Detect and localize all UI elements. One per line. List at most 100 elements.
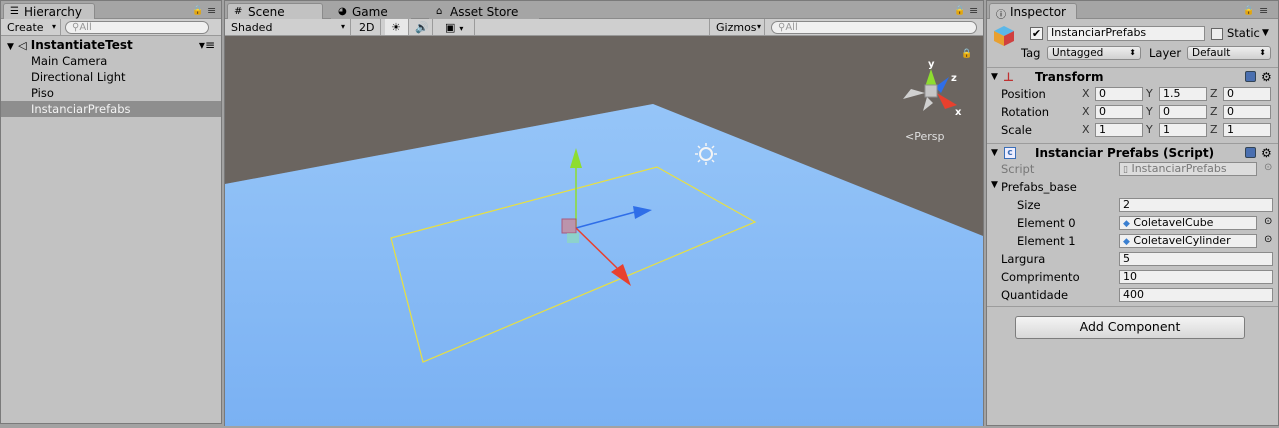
scene-search-input[interactable]: ⚲All bbox=[771, 21, 977, 34]
scene-root-item[interactable]: ▼ ◁ InstantiateTest ▾≡ bbox=[1, 37, 221, 53]
array-size-input[interactable]: 2 bbox=[1119, 198, 1273, 212]
transform-rotation-y-input[interactable]: 0 bbox=[1159, 105, 1207, 119]
lighting-toggle-button[interactable]: ☀ bbox=[385, 19, 409, 35]
gizmo-label-y: y bbox=[928, 59, 935, 70]
object-picker-icon[interactable]: ⊙ bbox=[1264, 162, 1272, 173]
tag-dropdown[interactable]: Untagged ⬍ bbox=[1047, 46, 1141, 60]
xy-plane-handle[interactable] bbox=[561, 218, 577, 234]
projection-label[interactable]: <Persp bbox=[905, 130, 944, 143]
gizmos-dropdown[interactable]: Gizmos ▾ bbox=[709, 19, 765, 35]
axis-label-z[interactable]: Z bbox=[1210, 105, 1218, 118]
hierarchy-item-directional-light[interactable]: Directional Light bbox=[1, 69, 221, 85]
axis-label-x[interactable]: X bbox=[1082, 105, 1090, 118]
transform-position-label: Position bbox=[1001, 87, 1046, 101]
audio-toggle-button[interactable]: 🔊 bbox=[409, 19, 433, 35]
axis-label-x[interactable]: X bbox=[1082, 87, 1090, 100]
create-button[interactable]: Create ▾ bbox=[1, 19, 61, 35]
script-component-header[interactable]: ▼ c Instanciar Prefabs (Script) ⚙ bbox=[987, 143, 1278, 161]
dropdown-arrow-icon: ▾ bbox=[756, 22, 761, 31]
panel-menu-icon[interactable]: ≡ bbox=[1259, 4, 1268, 17]
axis-label-x[interactable]: X bbox=[1082, 123, 1090, 136]
gear-icon[interactable]: ⚙ bbox=[1261, 68, 1272, 86]
hierarchy-item-main-camera[interactable]: Main Camera bbox=[1, 53, 221, 69]
object-name-input[interactable]: InstanciarPrefabs bbox=[1047, 26, 1205, 41]
axis-label-z[interactable]: Z bbox=[1210, 123, 1218, 136]
comprimento-input[interactable]: 10 bbox=[1119, 270, 1273, 284]
static-checkbox[interactable] bbox=[1211, 28, 1223, 40]
transform-scale-y-input[interactable]: 1 bbox=[1159, 123, 1207, 137]
expand-arrow-icon[interactable]: ▼ bbox=[991, 180, 998, 190]
prefabs-base-label[interactable]: Prefabs_base bbox=[1001, 180, 1077, 194]
2d-toggle-button[interactable]: 2D bbox=[355, 19, 381, 35]
static-dropdown-icon[interactable]: ▼ bbox=[1262, 28, 1269, 38]
lock-icon[interactable]: 🔒 bbox=[954, 6, 965, 16]
store-icon: ⌂ bbox=[436, 6, 443, 17]
hierarchy-item-instanciarprefabs[interactable]: InstanciarPrefabs bbox=[1, 101, 221, 117]
info-icon: ⓘ bbox=[996, 10, 1006, 21]
tab-asset-store[interactable]: ⌂ Asset Store bbox=[429, 3, 539, 19]
object-picker-icon[interactable]: ⊙ bbox=[1264, 216, 1272, 227]
element-0-field[interactable]: ◆ ColetavelCube bbox=[1119, 216, 1257, 230]
object-picker-icon[interactable]: ⊙ bbox=[1264, 234, 1272, 245]
panel-menu-icon[interactable]: ≡ bbox=[207, 4, 216, 17]
help-book-icon[interactable] bbox=[1245, 71, 1256, 82]
transform-rotation-z-input[interactable]: 0 bbox=[1223, 105, 1271, 119]
collapse-arrow-icon[interactable]: ▼ bbox=[991, 144, 998, 162]
script-reference-field[interactable]: ▯ InstanciarPrefabs bbox=[1119, 162, 1257, 176]
unity-scene-icon: ◁ bbox=[18, 39, 27, 52]
element-1-label: Element 1 bbox=[1017, 234, 1076, 248]
hierarchy-toolbar: Create ▾ ⚲All bbox=[1, 19, 221, 36]
add-component-button[interactable]: Add Component bbox=[1015, 316, 1245, 339]
dropdown-arrow-icon: ▾ bbox=[459, 24, 464, 33]
axis-label-y[interactable]: Y bbox=[1146, 87, 1153, 100]
quantidade-input[interactable]: 400 bbox=[1119, 288, 1273, 302]
prefab-cube-icon: ◆ bbox=[1123, 237, 1130, 247]
tab-scene[interactable]: # Scene bbox=[227, 3, 323, 19]
transform-scale-z-input[interactable]: 1 bbox=[1223, 123, 1271, 137]
divider bbox=[987, 306, 1278, 307]
transform-position-y-input[interactable]: 1.5 bbox=[1159, 87, 1207, 101]
transform-header[interactable]: ▼ ⊥ Transform ⚙ bbox=[987, 67, 1278, 85]
effects-dropdown[interactable]: ▣ ▾ bbox=[439, 19, 475, 35]
collapse-arrow-icon[interactable]: ▼ bbox=[991, 68, 998, 86]
lock-icon[interactable]: 🔒 bbox=[192, 6, 203, 16]
scene-menu-icon[interactable]: ▾≡ bbox=[199, 37, 215, 53]
hierarchy-panel: ☰ Hierarchy 🔒 ≡ Create ▾ ⚲All ▼ ◁ Instan… bbox=[0, 0, 222, 424]
tab-inspector[interactable]: ⓘ Inspector bbox=[989, 3, 1077, 21]
xz-plane-handle[interactable] bbox=[567, 233, 579, 243]
largura-input[interactable]: 5 bbox=[1119, 252, 1273, 266]
shading-mode-dropdown[interactable]: Shaded ▾ bbox=[225, 19, 351, 35]
axis-label-z[interactable]: Z bbox=[1210, 87, 1218, 100]
element-1-field[interactable]: ◆ ColetavelCylinder bbox=[1119, 234, 1257, 248]
gear-icon[interactable]: ⚙ bbox=[1261, 144, 1272, 162]
tab-game[interactable]: ◕ Game bbox=[331, 3, 411, 19]
gizmo-label-x: x bbox=[955, 107, 962, 118]
hierarchy-search-input[interactable]: ⚲All bbox=[65, 21, 209, 34]
dropdown-arrow-icon: ⬍ bbox=[1129, 48, 1136, 57]
layer-dropdown[interactable]: Default ⬍ bbox=[1187, 46, 1271, 60]
transform-position-x-input[interactable]: 0 bbox=[1095, 87, 1143, 101]
expand-arrow-icon[interactable]: ▼ bbox=[7, 42, 14, 52]
dropdown-arrow-icon: ⬍ bbox=[1259, 48, 1266, 57]
csharp-script-icon: c bbox=[1004, 147, 1016, 159]
prefab-cube-icon: ◆ bbox=[1123, 219, 1130, 229]
scene-viewport[interactable]: y z x <Persp 🔒 bbox=[225, 36, 983, 426]
help-book-icon[interactable] bbox=[1245, 147, 1256, 158]
hierarchy-item-piso[interactable]: Piso bbox=[1, 85, 221, 101]
pacman-icon: ◕ bbox=[338, 6, 347, 17]
gizmo-center-cube[interactable] bbox=[924, 84, 938, 98]
transform-scale-x-input[interactable]: 1 bbox=[1095, 123, 1143, 137]
panel-menu-icon[interactable]: ≡ bbox=[969, 4, 978, 17]
gizmo-lock-icon[interactable]: 🔒 bbox=[961, 48, 972, 59]
active-checkbox[interactable]: ✔ bbox=[1030, 27, 1043, 40]
tab-hierarchy[interactable]: ☰ Hierarchy bbox=[3, 3, 95, 19]
inspector-tabbar: ⓘ Inspector 🔒 ≡ bbox=[987, 1, 1278, 21]
array-size-label: Size bbox=[1017, 198, 1041, 212]
axis-label-y[interactable]: Y bbox=[1146, 123, 1153, 136]
lock-icon[interactable]: 🔒 bbox=[1243, 6, 1254, 16]
quantidade-label: Quantidade bbox=[1001, 288, 1069, 302]
transform-position-z-input[interactable]: 0 bbox=[1223, 87, 1271, 101]
axis-label-y[interactable]: Y bbox=[1146, 105, 1153, 118]
transform-rotation-x-input[interactable]: 0 bbox=[1095, 105, 1143, 119]
grid-icon: # bbox=[234, 6, 243, 17]
